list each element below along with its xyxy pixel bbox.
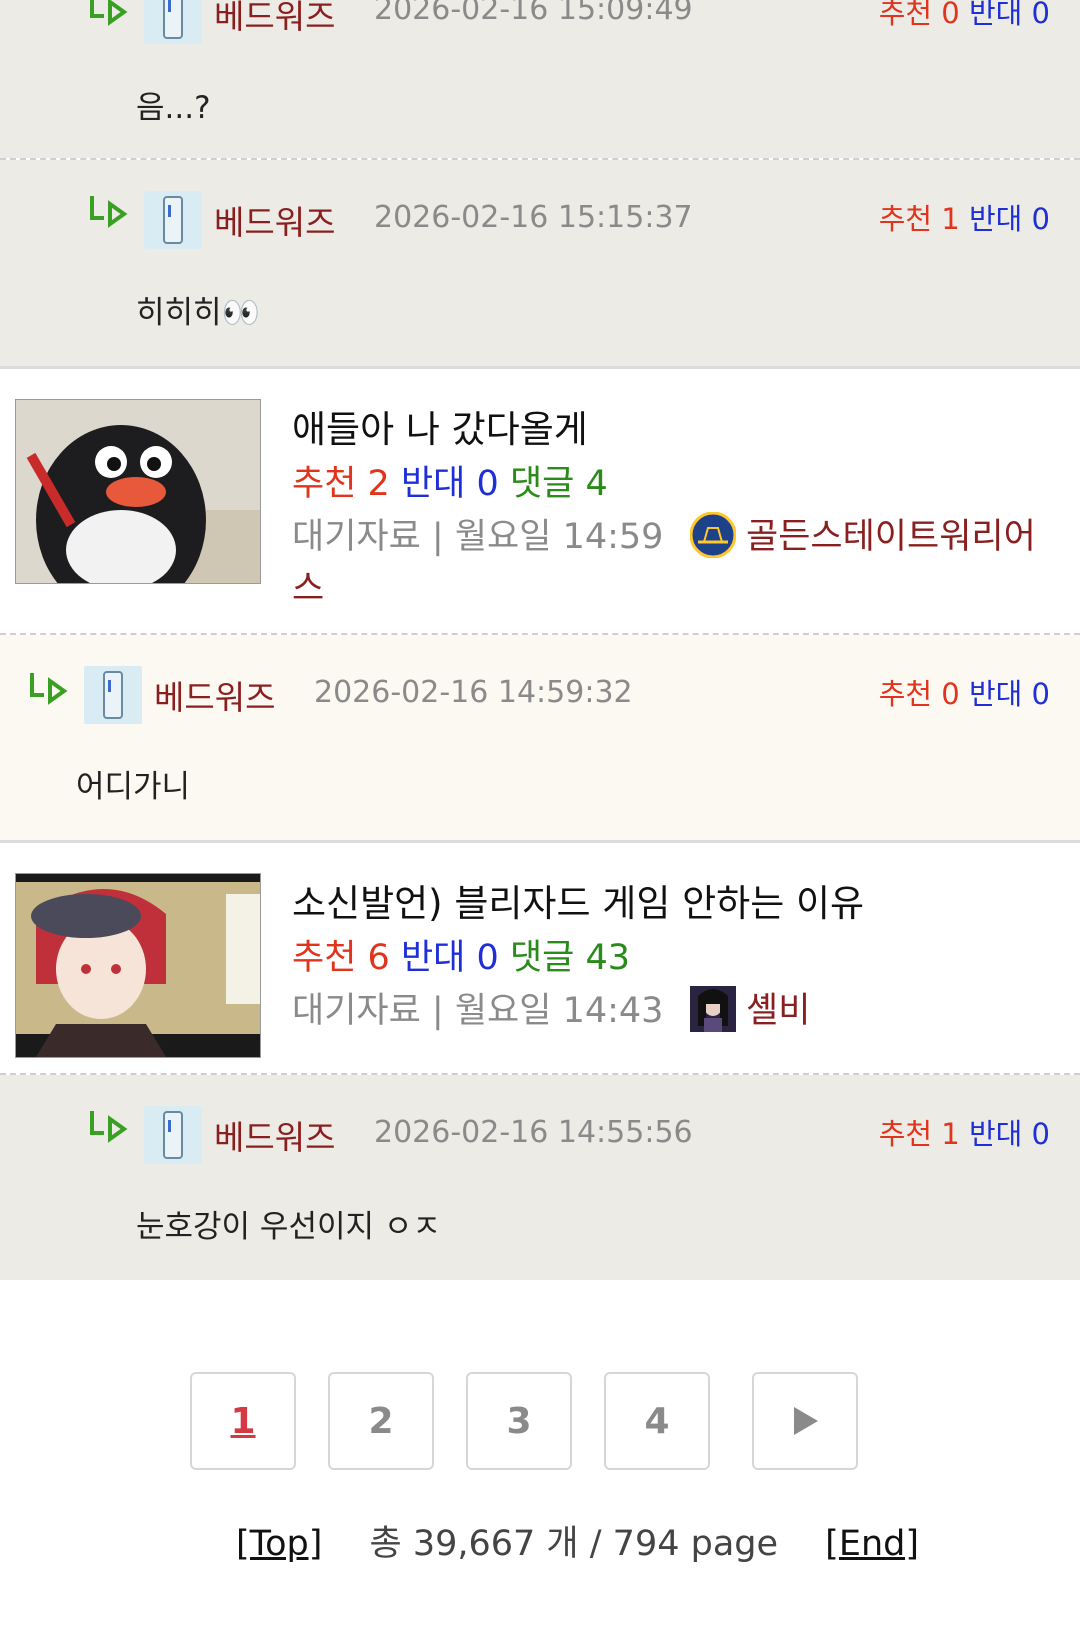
post-title[interactable]: 소신발언) 블리자드 게임 안하는 이유 <box>292 873 864 927</box>
upvote-label: 추천 <box>292 938 357 978</box>
downvote-label[interactable]: 반대 <box>969 0 1022 30</box>
reply-text: 음...? <box>136 90 211 126</box>
post-thumbnail[interactable] <box>15 399 261 584</box>
downvote-count: 0 <box>1031 1117 1050 1151</box>
downvote-count: 0 <box>1031 677 1050 711</box>
upvote-label[interactable]: 추천 <box>879 1117 932 1151</box>
upvote-count: 0 <box>941 677 960 711</box>
upvote-count: 2 <box>367 464 390 504</box>
upvote-count: 1 <box>941 202 960 236</box>
reply-arrow-icon <box>90 1111 128 1143</box>
downvote-label[interactable]: 반대 <box>969 677 1022 711</box>
post-item[interactable]: 소신발언) 블리자드 게임 안하는 이유 추천 6 반대 0 댓글 43 대기자… <box>0 843 1080 1073</box>
end-link[interactable]: [End] <box>825 1524 919 1564</box>
upvote-label[interactable]: 추천 <box>879 0 932 30</box>
upvote-count: 1 <box>941 1117 960 1151</box>
reply-item: 베드워즈 2026-02-16 14:59:32 추천 0 반대 0 어디가니 <box>0 635 1080 840</box>
post-stats: 추천 6 반대 0 댓글 43 <box>292 929 630 980</box>
reply-item: 베드워즈 2026-02-16 14:55:56 추천 1 반대 0 눈호강이 … <box>0 1075 1080 1280</box>
avatar[interactable] <box>144 1106 202 1164</box>
downvote-count: 0 <box>1031 0 1050 30</box>
reply-arrow-icon <box>90 196 128 228</box>
total-summary: 총 39,667 개 / 794 page <box>369 1524 779 1564</box>
post-author[interactable]: 셸비 <box>746 982 810 1033</box>
downvote-label: 반대 <box>400 464 466 504</box>
page-button-4[interactable]: 4 <box>604 1372 710 1470</box>
reply-date: 2026-02-16 14:55:56 <box>374 1115 693 1150</box>
team-logo-icon <box>690 512 736 558</box>
reply-votes: 추천 1 반대 0 <box>879 196 1050 238</box>
post-stats: 추천 2 반대 0 댓글 4 <box>292 455 608 506</box>
reply-item: 베드워즈 2026-02-16 15:09:49 추천 0 반대 0 음...? <box>0 0 1080 158</box>
reply-nickname[interactable]: 베드워즈 <box>154 671 275 719</box>
post-author[interactable]: 골든스테이트워리어 <box>746 508 1036 559</box>
reply-votes: 추천 1 반대 0 <box>879 1111 1050 1153</box>
post-thumbnail[interactable] <box>15 873 261 1058</box>
downvote-count: 0 <box>1031 202 1050 236</box>
comment-count: 43 <box>585 938 631 978</box>
downvote-count: 0 <box>476 464 499 504</box>
reply-votes: 추천 0 반대 0 <box>879 0 1050 32</box>
page-button-2[interactable]: 2 <box>328 1372 434 1470</box>
avatar[interactable] <box>84 666 142 724</box>
reply-arrow-icon <box>30 673 68 705</box>
post-meta: 대기자료 | 월요일 14:59 <box>292 517 664 557</box>
reply-nickname[interactable]: 베드워즈 <box>214 1111 335 1159</box>
post-author-wrap[interactable]: 스 <box>292 560 324 611</box>
footer: [Top] 총 39,667 개 / 794 page [End] <box>236 1515 919 1566</box>
upvote-label[interactable]: 추천 <box>879 677 932 711</box>
reply-text: 히히히👀 <box>136 295 261 331</box>
upvote-count: 6 <box>367 938 390 978</box>
upvote-count: 0 <box>941 0 960 30</box>
downvote-label: 반대 <box>400 938 466 978</box>
user-icon <box>690 986 736 1032</box>
avatar[interactable] <box>144 191 202 249</box>
post-meta: 대기자료 | 월요일 14:43 <box>292 991 664 1031</box>
play-arrow-icon <box>794 1407 818 1435</box>
comment-count: 4 <box>585 464 608 504</box>
upvote-label[interactable]: 추천 <box>879 202 932 236</box>
page-button-3[interactable]: 3 <box>466 1372 572 1470</box>
reply-date: 2026-02-16 15:09:49 <box>374 0 693 27</box>
downvote-count: 0 <box>476 938 499 978</box>
downvote-label[interactable]: 반대 <box>969 202 1022 236</box>
comment-label: 댓글 <box>509 464 575 504</box>
avatar[interactable] <box>144 0 202 44</box>
upvote-label: 추천 <box>292 464 357 504</box>
reply-date: 2026-02-16 14:59:32 <box>314 675 633 710</box>
top-link[interactable]: [Top] <box>236 1524 322 1564</box>
post-item[interactable]: 애들아 나 갔다올게 추천 2 반대 0 댓글 4 대기자료 | 월요일 14:… <box>0 369 1080 631</box>
reply-item: 베드워즈 2026-02-16 15:15:37 추천 1 반대 0 히히히👀 <box>0 160 1080 366</box>
comment-label: 댓글 <box>509 938 575 978</box>
reply-text: 눈호강이 우선이지 ㅇㅈ <box>136 1209 441 1245</box>
page-button-1[interactable]: 1 <box>190 1372 296 1470</box>
reply-votes: 추천 0 반대 0 <box>879 671 1050 713</box>
reply-text: 어디가니 <box>76 769 191 805</box>
reply-date: 2026-02-16 15:15:37 <box>374 200 693 235</box>
reply-nickname[interactable]: 베드워즈 <box>214 0 335 38</box>
next-page-button[interactable] <box>752 1372 858 1470</box>
downvote-label[interactable]: 반대 <box>969 1117 1022 1151</box>
post-title[interactable]: 애들아 나 갔다올게 <box>292 399 588 453</box>
reply-nickname[interactable]: 베드워즈 <box>214 196 335 244</box>
reply-arrow-icon <box>90 0 128 26</box>
